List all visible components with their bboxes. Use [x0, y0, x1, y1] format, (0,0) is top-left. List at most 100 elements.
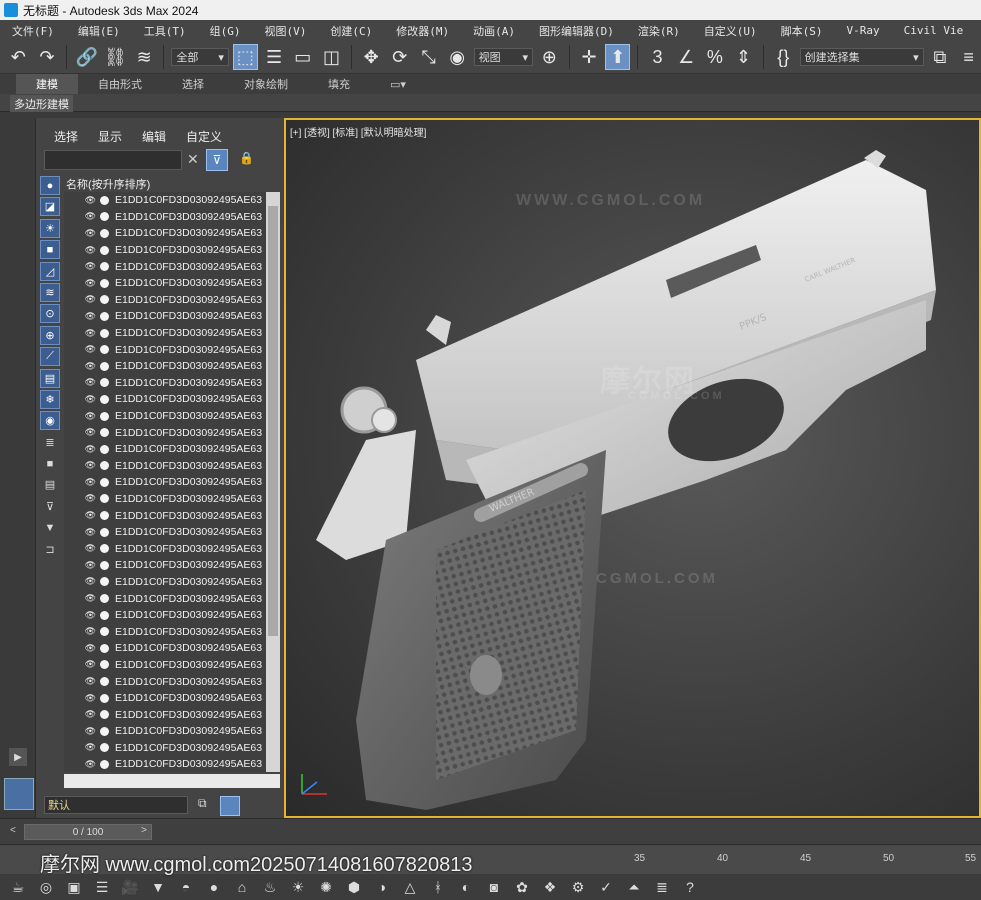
notes-icon[interactable]: ≣: [652, 877, 672, 897]
select-by-name-icon[interactable]: ☰: [262, 44, 287, 70]
list-item[interactable]: 👁 E1DD1C0FD3D03092495AE63: [64, 341, 280, 358]
ribbon-options-icon[interactable]: ▭▾: [370, 74, 426, 94]
undo-icon[interactable]: ↶: [6, 44, 31, 70]
menu-graph-editors[interactable]: 图形编辑器(D): [527, 23, 626, 39]
reference-coord-select[interactable]: 视图 ▾: [473, 48, 533, 66]
menu-edit[interactable]: 编辑(E): [66, 23, 132, 39]
sphere-icon[interactable]: ◑: [372, 877, 392, 897]
column-header-name[interactable]: 名称(按升序排序): [64, 176, 280, 192]
object-dot-icon[interactable]: [100, 643, 109, 653]
visibility-eye-icon[interactable]: 👁: [80, 377, 96, 388]
tab-selection[interactable]: 选择: [162, 74, 224, 94]
menu-tools[interactable]: 工具(T): [132, 23, 198, 39]
sphere-light-icon[interactable]: ●: [204, 877, 224, 897]
list-item[interactable]: 👁 E1DD1C0FD3D03092495AE63: [64, 590, 280, 607]
list-item[interactable]: 👁 E1DD1C0FD3D03092495AE63: [64, 308, 280, 325]
object-dot-icon[interactable]: [100, 677, 109, 687]
object-dot-icon[interactable]: [100, 527, 109, 537]
list-item[interactable]: 👁 E1DD1C0FD3D03092495AE63: [64, 706, 280, 723]
visibility-eye-icon[interactable]: 👁: [80, 460, 96, 471]
geometry-filter-icon[interactable]: ●: [40, 176, 60, 195]
visibility-eye-icon[interactable]: 👁: [80, 344, 96, 355]
visibility-eye-icon[interactable]: 👁: [80, 477, 96, 488]
list-item[interactable]: 👁 E1DD1C0FD3D03092495AE63: [64, 690, 280, 707]
lock-icon[interactable]: 🔒: [239, 151, 254, 165]
display-none-icon[interactable]: ■: [40, 454, 60, 473]
object-dot-icon[interactable]: [100, 328, 109, 338]
visibility-eye-icon[interactable]: 👁: [80, 659, 96, 670]
list-item[interactable]: 👁 E1DD1C0FD3D03092495AE63: [64, 325, 280, 342]
list-item[interactable]: 👁 E1DD1C0FD3D03092495AE63: [64, 723, 280, 740]
frozen-filter-icon[interactable]: ❄: [40, 389, 60, 409]
list-item[interactable]: 👁 E1DD1C0FD3D03092495AE63: [64, 375, 280, 392]
list-item[interactable]: 👁 E1DD1C0FD3D03092495AE63: [64, 474, 280, 491]
list-icon[interactable]: ☰: [92, 877, 112, 897]
vray-icon[interactable]: ✓: [596, 877, 616, 897]
object-dot-icon[interactable]: [100, 693, 109, 703]
list-item[interactable]: 👁 E1DD1C0FD3D03092495AE63: [64, 756, 280, 772]
list-item[interactable]: 👁 E1DD1C0FD3D03092495AE63: [64, 258, 280, 275]
edit-named-selection-icon[interactable]: {}: [771, 44, 796, 70]
tab-modeling[interactable]: 建模: [16, 74, 78, 94]
material-icon[interactable]: ◐: [456, 877, 476, 897]
object-dot-icon[interactable]: [100, 610, 109, 620]
object-dot-icon[interactable]: [100, 511, 109, 521]
hierarchy-mode-icon[interactable]: [220, 796, 240, 816]
visibility-eye-icon[interactable]: 👁: [80, 278, 96, 289]
containers-filter-icon[interactable]: ▤: [40, 368, 60, 388]
list-item[interactable]: 👁 E1DD1C0FD3D03092495AE63: [64, 458, 280, 475]
object-dot-icon[interactable]: [100, 278, 109, 288]
helpers-filter-icon[interactable]: ◿: [40, 261, 60, 281]
redo-icon[interactable]: ↷: [35, 44, 60, 70]
layer-select[interactable]: 默认: [44, 796, 188, 814]
percent-snap-icon[interactable]: %: [703, 44, 728, 70]
list-item[interactable]: 👁 E1DD1C0FD3D03092495AE63: [64, 424, 280, 441]
list-item[interactable]: 👁 E1DD1C0FD3D03092495AE63: [64, 540, 280, 557]
visibility-eye-icon[interactable]: 👁: [80, 643, 96, 654]
object-dot-icon[interactable]: [100, 726, 109, 736]
list-item[interactable]: 👁 E1DD1C0FD3D03092495AE63: [64, 657, 280, 674]
snap-toggle-icon[interactable]: 3: [645, 44, 670, 70]
visibility-eye-icon[interactable]: 👁: [80, 610, 96, 621]
angle-snap-icon[interactable]: ∠: [674, 44, 699, 70]
list-item[interactable]: 👁 E1DD1C0FD3D03092495AE63: [64, 557, 280, 574]
scrollbar-thumb[interactable]: [268, 206, 278, 636]
object-dot-icon[interactable]: [100, 262, 109, 272]
hidden-filter-icon[interactable]: ◉: [40, 411, 60, 431]
visibility-eye-icon[interactable]: 👁: [80, 261, 96, 272]
visibility-eye-icon[interactable]: 👁: [80, 693, 96, 704]
object-dot-icon[interactable]: [100, 627, 109, 637]
visibility-eye-icon[interactable]: 👁: [80, 493, 96, 504]
list-horizontal-scrollbar[interactable]: [64, 774, 280, 788]
shapes-filter-icon[interactable]: ◪: [40, 197, 60, 217]
funnel-icon[interactable]: ▼: [40, 518, 60, 537]
pivot-center-icon[interactable]: ⊕: [537, 44, 562, 70]
visibility-eye-icon[interactable]: 👁: [80, 427, 96, 438]
groups-filter-icon[interactable]: ⊙: [40, 304, 60, 324]
cameras-filter-icon[interactable]: ■: [40, 240, 60, 260]
object-dot-icon[interactable]: [100, 710, 109, 720]
tree-icon[interactable]: ⏶: [624, 877, 644, 897]
sun-icon[interactable]: ☀: [288, 877, 308, 897]
menu-scripting[interactable]: 脚本(S): [769, 23, 835, 39]
color-icon[interactable]: ✿: [512, 877, 532, 897]
menu-vray[interactable]: V-Ray: [835, 24, 892, 37]
named-selection-select[interactable]: 创建选择集 ▾: [799, 48, 924, 66]
visibility-eye-icon[interactable]: 👁: [80, 676, 96, 687]
spotlight-icon[interactable]: ▼: [148, 877, 168, 897]
object-dot-icon[interactable]: [100, 345, 109, 355]
spinner-snap-icon[interactable]: ⇕: [731, 44, 756, 70]
object-dot-icon[interactable]: [100, 743, 109, 753]
object-dot-icon[interactable]: [100, 228, 109, 238]
polygon-modeling-label[interactable]: 多边形建模: [10, 95, 73, 113]
prev-frame-icon[interactable]: <: [10, 825, 16, 836]
clear-search-icon[interactable]: ✕: [187, 151, 199, 168]
rect-selection-icon[interactable]: ▭: [290, 44, 315, 70]
object-dot-icon[interactable]: [100, 759, 109, 769]
torus-icon[interactable]: ◎: [36, 877, 56, 897]
dome-light-icon[interactable]: ◓: [176, 877, 196, 897]
list-item[interactable]: 👁 E1DD1C0FD3D03092495AE63: [64, 275, 280, 292]
align-icon[interactable]: ≡: [956, 44, 981, 70]
explorer-search-input[interactable]: [44, 150, 182, 170]
window-crossing-icon[interactable]: ◫: [319, 44, 344, 70]
